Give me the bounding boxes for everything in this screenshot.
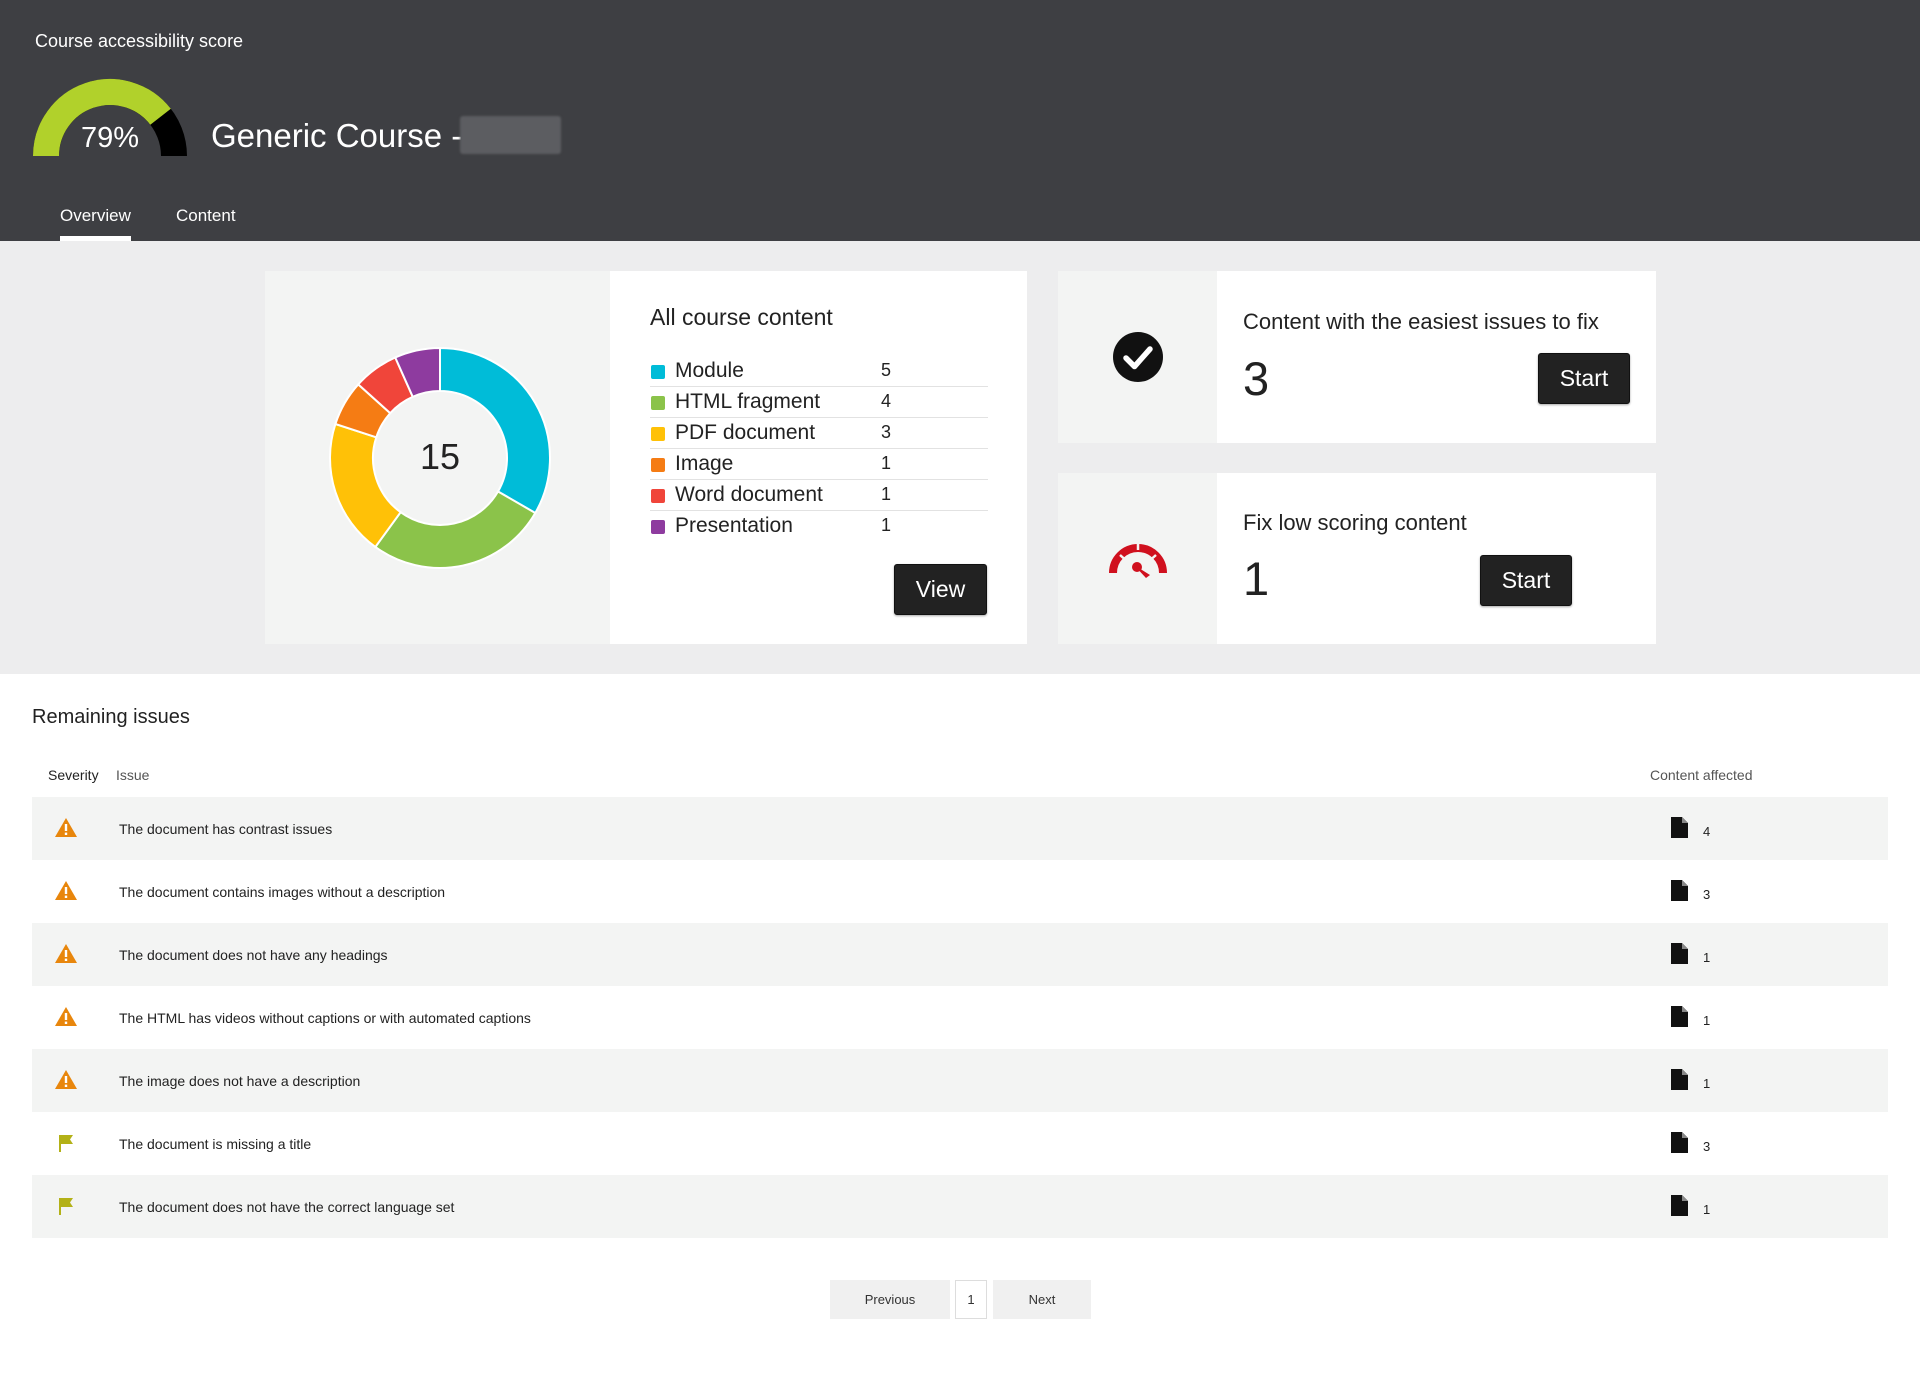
document-icon bbox=[1671, 817, 1688, 838]
content-type-legend: Module 5 HTML fragment 4 PDF document 3 … bbox=[650, 356, 988, 542]
legend-count: 1 bbox=[881, 484, 892, 504]
legend-label: HTML fragment bbox=[675, 390, 821, 413]
table-row[interactable]: The image does not have a description 1 bbox=[32, 1049, 1888, 1112]
column-header-severity[interactable]: Severity bbox=[48, 767, 99, 783]
view-button[interactable]: View bbox=[894, 564, 987, 615]
issue-text: The document contains images without a d… bbox=[119, 884, 446, 900]
low-scoring-card: Fix low scoring content 1 Start bbox=[1058, 473, 1656, 644]
legend-label: Word document bbox=[675, 483, 823, 506]
warning-icon bbox=[55, 944, 77, 963]
easiest-issues-count: 3 bbox=[1243, 352, 1270, 405]
document-icon bbox=[1671, 943, 1688, 964]
legend-label: Module bbox=[675, 359, 744, 382]
document-icon bbox=[1671, 880, 1688, 901]
document-icon bbox=[1671, 1132, 1688, 1153]
legend-swatch bbox=[651, 427, 665, 441]
start-easiest-button[interactable]: Start bbox=[1538, 353, 1630, 404]
legend-item-presentation: Presentation 1 bbox=[650, 511, 988, 542]
table-row[interactable]: The document is missing a title 3 bbox=[32, 1112, 1888, 1175]
previous-page-button[interactable]: Previous bbox=[830, 1280, 950, 1319]
legend-item-word-document: Word document 1 bbox=[650, 480, 988, 511]
column-header-content-affected[interactable]: Content affected bbox=[1650, 767, 1752, 783]
warning-icon bbox=[55, 1007, 77, 1026]
easiest-issues-title: Content with the easiest issues to fix bbox=[1243, 309, 1599, 334]
legend-swatch bbox=[651, 365, 665, 379]
legend-label: Image bbox=[675, 452, 734, 475]
warning-icon bbox=[55, 1070, 77, 1089]
speedometer-icon bbox=[1109, 544, 1167, 578]
legend-swatch bbox=[651, 520, 665, 534]
table-row[interactable]: The document does not have the correct l… bbox=[32, 1175, 1888, 1238]
table-row[interactable]: The document does not have any headings 1 bbox=[32, 923, 1888, 986]
next-page-button[interactable]: Next bbox=[993, 1280, 1091, 1319]
content-affected-count[interactable]: 1 bbox=[1703, 1013, 1710, 1028]
low-scoring-count: 1 bbox=[1243, 552, 1270, 605]
course-header: Course accessibility score 79% Generic C… bbox=[0, 0, 1920, 241]
legend-count: 1 bbox=[881, 515, 892, 535]
all-content-title: All course content bbox=[650, 304, 833, 330]
tab-content[interactable]: Content bbox=[176, 206, 236, 226]
redacted-course-name bbox=[460, 116, 561, 154]
content-affected-count[interactable]: 1 bbox=[1703, 950, 1710, 965]
legend-item-pdf-document: PDF document 3 bbox=[650, 418, 988, 449]
legend-label: PDF document bbox=[675, 421, 816, 444]
column-header-issue[interactable]: Issue bbox=[116, 767, 149, 783]
flag-icon bbox=[59, 1135, 73, 1152]
table-row[interactable]: The HTML has videos without captions or … bbox=[32, 986, 1888, 1049]
easiest-issues-card: Content with the easiest issues to fix 3… bbox=[1058, 271, 1656, 443]
issue-text: The image does not have a description bbox=[119, 1073, 361, 1089]
legend-count: 1 bbox=[881, 453, 892, 473]
content-affected-count[interactable]: 1 bbox=[1703, 1202, 1710, 1217]
low-scoring-icon-pane bbox=[1058, 473, 1217, 644]
all-course-content-card: 15 All course content Module 5 HTML frag… bbox=[265, 271, 1027, 644]
score-label: Course accessibility score bbox=[35, 31, 244, 51]
warning-icon bbox=[55, 881, 77, 900]
issue-text: The document has contrast issues bbox=[119, 821, 333, 837]
content-affected-count[interactable]: 4 bbox=[1703, 824, 1710, 839]
legend-count: 5 bbox=[881, 360, 892, 380]
legend-label: Presentation bbox=[675, 514, 793, 537]
content-affected-count[interactable]: 1 bbox=[1703, 1076, 1710, 1091]
warning-icon bbox=[55, 818, 77, 837]
legend-item-html-fragment: HTML fragment 4 bbox=[650, 387, 988, 418]
document-icon bbox=[1671, 1195, 1688, 1216]
page-1-button[interactable]: 1 bbox=[955, 1280, 987, 1319]
donut-chart-pane: 15 bbox=[265, 271, 610, 644]
easiest-issues-icon-pane bbox=[1058, 271, 1217, 443]
document-icon bbox=[1671, 1006, 1688, 1027]
table-row[interactable]: The document has contrast issues 4 bbox=[32, 797, 1888, 860]
legend-item-module: Module 5 bbox=[650, 356, 988, 387]
legend-swatch bbox=[651, 489, 665, 503]
legend-count: 3 bbox=[881, 422, 892, 442]
legend-count: 4 bbox=[881, 391, 892, 411]
course-title: Generic Course - bbox=[211, 117, 463, 154]
issue-text: The document does not have any headings bbox=[119, 947, 388, 963]
legend-item-image: Image 1 bbox=[650, 449, 988, 480]
flag-icon bbox=[59, 1198, 73, 1215]
start-low-scoring-button[interactable]: Start bbox=[1480, 555, 1572, 606]
content-affected-count[interactable]: 3 bbox=[1703, 1139, 1710, 1154]
check-circle-icon bbox=[1113, 332, 1163, 382]
donut-slice-module[interactable] bbox=[439, 346, 551, 515]
score-percent: 79% bbox=[80, 122, 140, 154]
legend-swatch bbox=[651, 396, 665, 410]
issue-text: The document is missing a title bbox=[119, 1136, 312, 1152]
content-affected-count[interactable]: 3 bbox=[1703, 887, 1710, 902]
remaining-issues-title: Remaining issues bbox=[32, 706, 190, 728]
table-row[interactable]: The document contains images without a d… bbox=[32, 860, 1888, 923]
low-scoring-title: Fix low scoring content bbox=[1243, 510, 1467, 535]
issue-text: The document does not have the correct l… bbox=[119, 1199, 455, 1215]
document-icon bbox=[1671, 1069, 1688, 1090]
legend-swatch bbox=[651, 458, 665, 472]
issue-text: The HTML has videos without captions or … bbox=[119, 1010, 531, 1026]
donut-slice-html-fragment[interactable] bbox=[373, 490, 537, 569]
tab-overview[interactable]: Overview bbox=[60, 206, 131, 226]
donut-total: 15 bbox=[419, 436, 461, 477]
